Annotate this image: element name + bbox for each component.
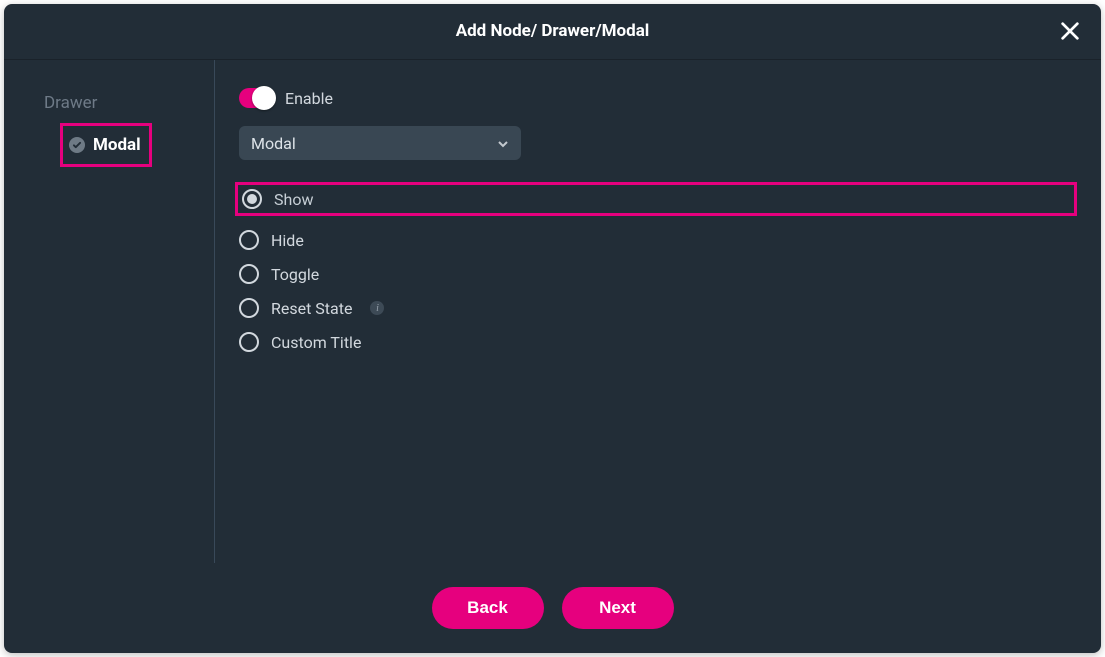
radio-item-custom-title[interactable]: Custom Title — [239, 332, 1077, 352]
radio-icon — [239, 298, 259, 318]
radio-label: Hide — [271, 231, 304, 250]
radio-icon — [239, 332, 259, 352]
toggle-knob — [252, 86, 276, 110]
radio-icon — [242, 189, 262, 209]
sidebar-item-modal[interactable]: Modal — [60, 123, 152, 167]
radio-item-toggle[interactable]: Toggle — [239, 264, 1077, 284]
next-button[interactable]: Next — [562, 587, 674, 629]
radio-label: Reset State — [271, 299, 352, 318]
enable-row: Enable — [239, 88, 1077, 108]
action-radio-group: Show Hide Toggle Reset State i Cus — [239, 182, 1077, 352]
enable-toggle[interactable] — [239, 88, 273, 108]
add-node-dialog: Add Node/ Drawer/Modal Drawer Modal Enab… — [4, 4, 1101, 653]
type-select[interactable]: Modal — [239, 126, 521, 160]
chevron-down-icon — [497, 138, 509, 150]
select-value: Modal — [251, 134, 296, 153]
sidebar-item-label: Modal — [93, 135, 141, 155]
sidebar-item-drawer[interactable]: Drawer — [4, 83, 214, 123]
radio-icon — [239, 230, 259, 250]
sidebar-item-label: Drawer — [44, 93, 97, 113]
radio-label: Custom Title — [271, 333, 361, 352]
radio-label: Show — [274, 190, 313, 209]
sidebar: Drawer Modal — [4, 60, 215, 563]
close-icon — [1059, 20, 1081, 42]
enable-label: Enable — [285, 89, 333, 108]
radio-item-reset-state[interactable]: Reset State i — [239, 298, 1077, 318]
back-button[interactable]: Back — [432, 587, 544, 629]
main-panel: Enable Modal Show Hide Toggle — [215, 60, 1101, 563]
close-button[interactable] — [1057, 18, 1083, 44]
radio-item-show[interactable]: Show — [235, 182, 1077, 216]
dialog-footer: Back Next — [4, 563, 1101, 653]
dialog-body: Drawer Modal Enable Modal — [4, 60, 1101, 563]
radio-item-hide[interactable]: Hide — [239, 230, 1077, 250]
dialog-title: Add Node/ Drawer/Modal — [456, 21, 650, 41]
radio-icon — [239, 264, 259, 284]
radio-label: Toggle — [271, 265, 319, 284]
check-icon — [69, 137, 85, 153]
dialog-header: Add Node/ Drawer/Modal — [4, 4, 1101, 60]
info-icon[interactable]: i — [370, 301, 384, 315]
